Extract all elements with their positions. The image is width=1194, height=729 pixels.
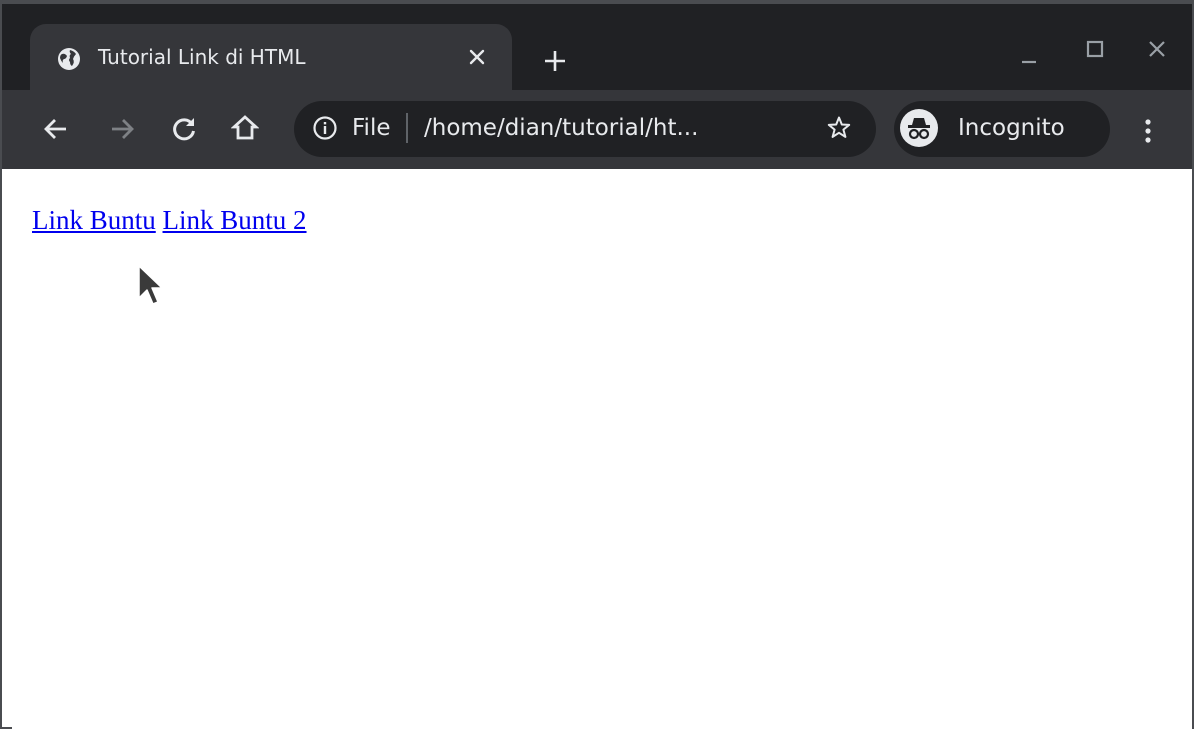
link-buntu[interactable]: Link Buntu bbox=[32, 205, 156, 235]
page-content: Link Buntu Link Buntu 2 bbox=[32, 203, 307, 237]
close-tab-icon[interactable] bbox=[466, 46, 488, 68]
more-menu-icon[interactable] bbox=[1134, 117, 1162, 145]
browser-window: Tutorial Link di HTML File /home/dian/tu… bbox=[0, 0, 1194, 729]
window-close-icon[interactable] bbox=[1146, 38, 1168, 60]
maximize-icon[interactable] bbox=[1084, 38, 1106, 60]
tab-title: Tutorial Link di HTML bbox=[98, 45, 306, 69]
bookmark-star-icon[interactable] bbox=[826, 115, 852, 141]
incognito-profile-button[interactable]: Incognito bbox=[894, 101, 1110, 157]
tab-strip: Tutorial Link di HTML bbox=[2, 4, 1192, 90]
omnibox-divider bbox=[406, 113, 408, 143]
forward-arrow-icon[interactable] bbox=[108, 115, 136, 143]
incognito-icon bbox=[900, 109, 938, 147]
new-tab-icon[interactable] bbox=[542, 48, 568, 74]
mouse-cursor-icon bbox=[138, 265, 163, 305]
url-text[interactable]: /home/dian/tutorial/ht... bbox=[424, 113, 804, 143]
minimize-icon[interactable] bbox=[1018, 48, 1040, 70]
back-arrow-icon[interactable] bbox=[42, 115, 70, 143]
link-buntu-2[interactable]: Link Buntu 2 bbox=[163, 205, 307, 235]
url-scheme: File bbox=[352, 115, 391, 141]
home-icon[interactable] bbox=[231, 114, 259, 142]
info-icon[interactable] bbox=[312, 115, 338, 141]
address-bar[interactable]: File /home/dian/tutorial/ht... bbox=[294, 101, 876, 157]
globe-icon bbox=[58, 48, 80, 70]
tab-active[interactable]: Tutorial Link di HTML bbox=[30, 24, 512, 90]
reload-icon[interactable] bbox=[170, 115, 198, 143]
page-viewport: Link Buntu Link Buntu 2 bbox=[12, 169, 1192, 729]
toolbar: File /home/dian/tutorial/ht... Incognito bbox=[2, 90, 1192, 169]
incognito-label: Incognito bbox=[958, 115, 1065, 141]
